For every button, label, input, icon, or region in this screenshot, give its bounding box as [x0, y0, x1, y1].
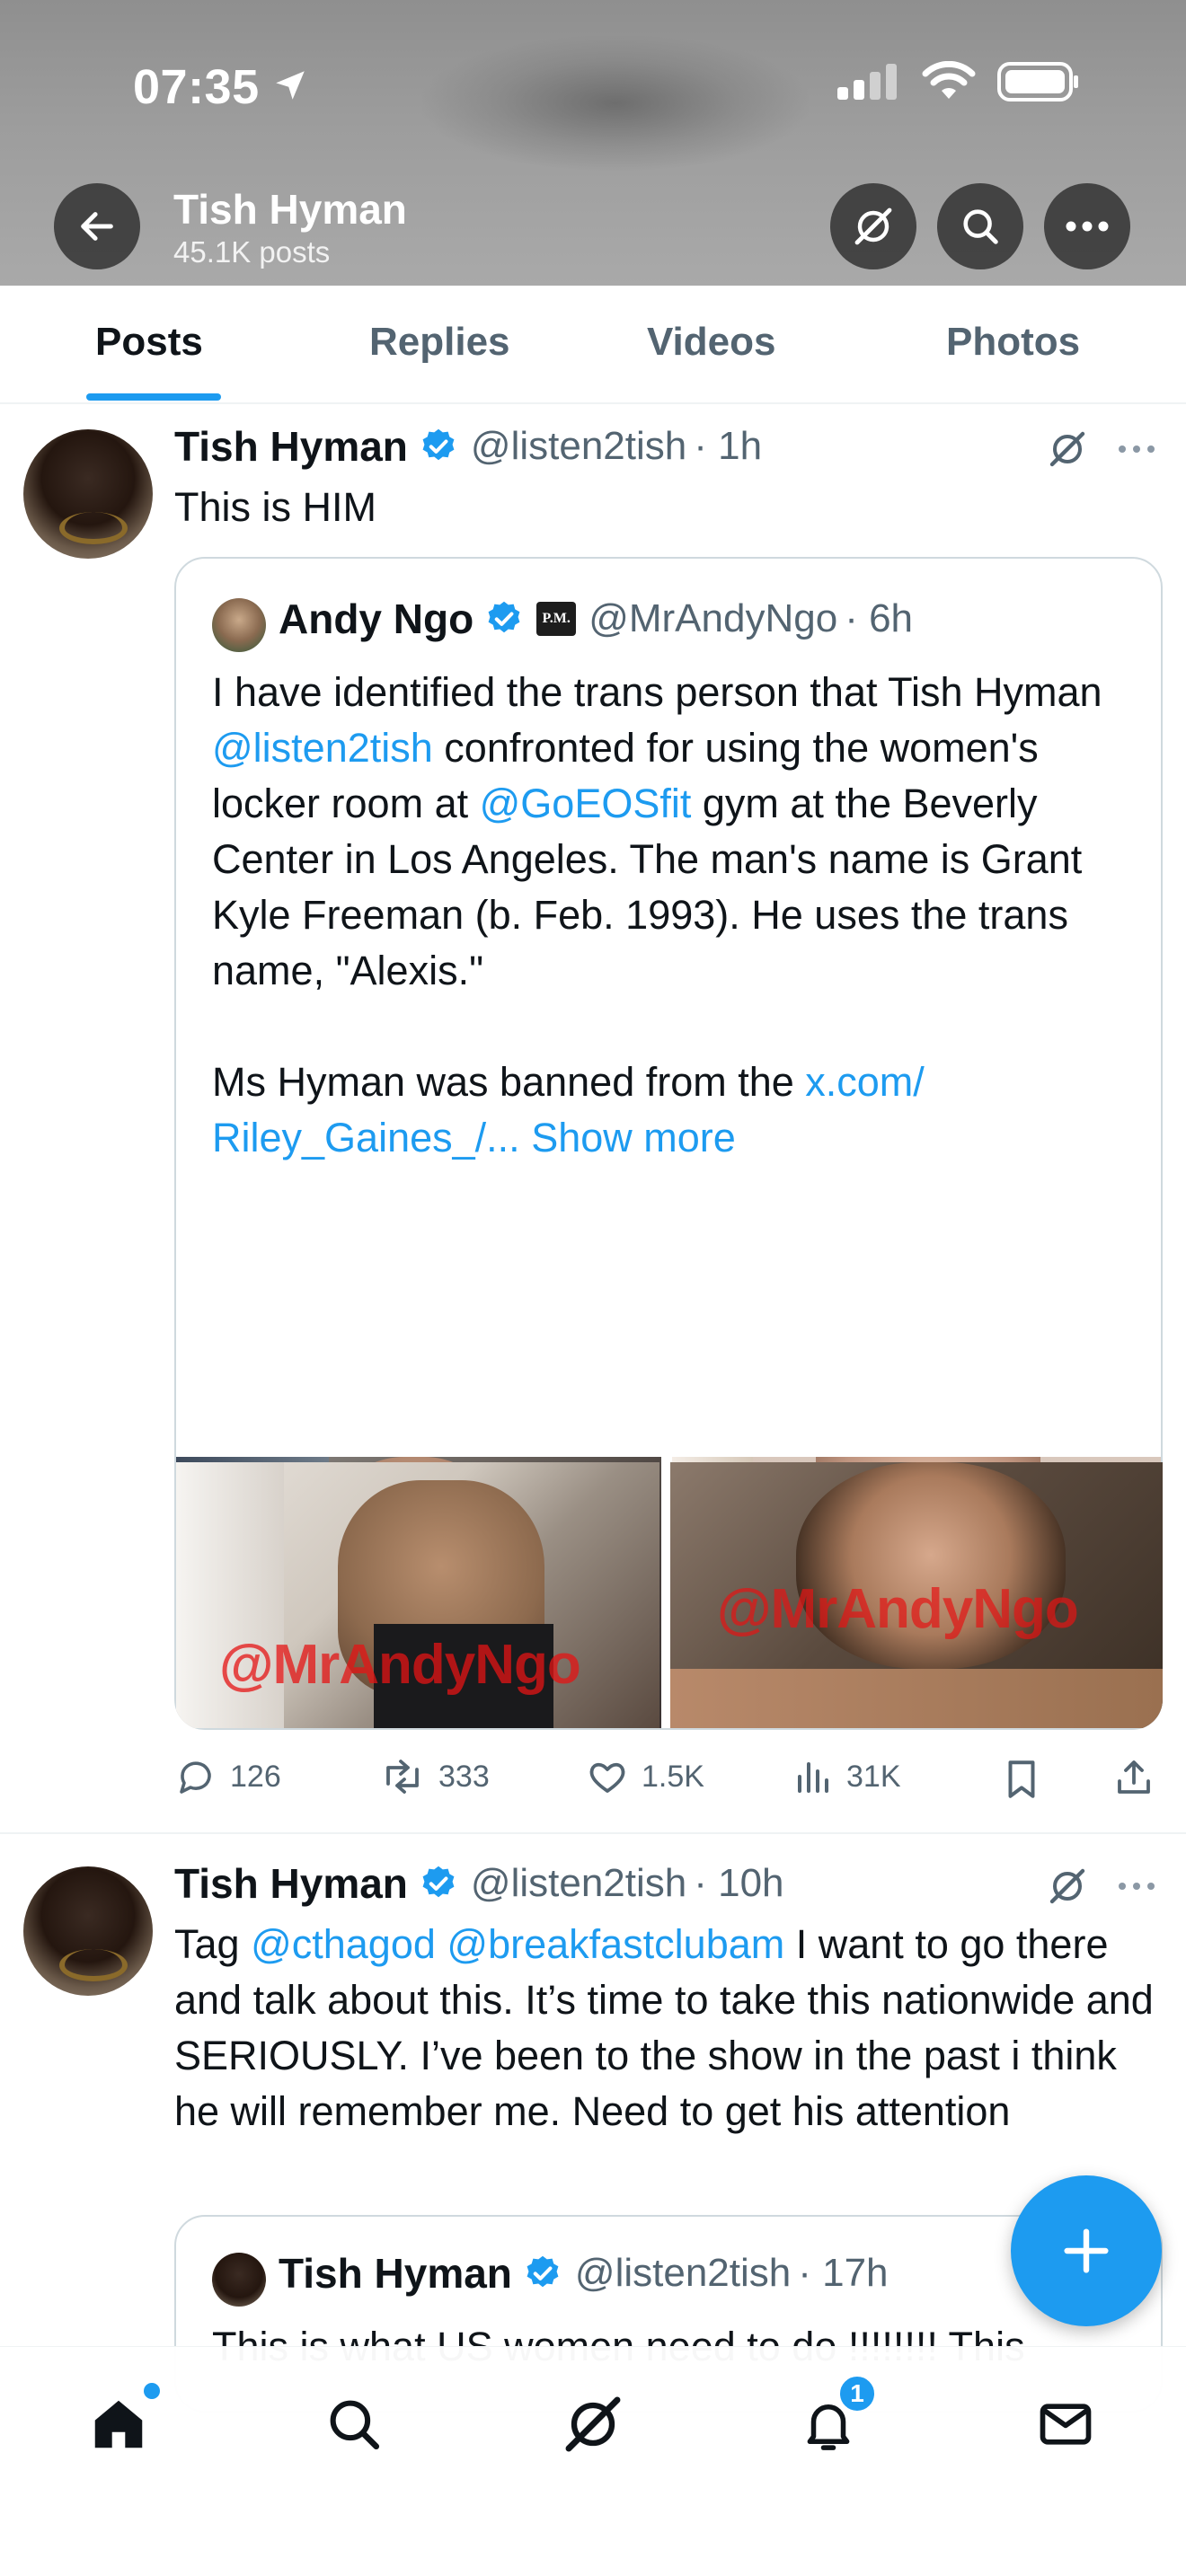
- share-icon[interactable]: [1112, 1755, 1155, 1800]
- battery-icon: [997, 62, 1078, 101]
- tab-posts[interactable]: Posts: [95, 320, 203, 365]
- grok-icon: [565, 2396, 621, 2452]
- location-arrow-icon: [276, 71, 305, 100]
- author-handle[interactable]: @listen2tish: [471, 424, 686, 469]
- home-icon: [94, 2400, 143, 2448]
- nav-notifications[interactable]: 1: [783, 2374, 877, 2469]
- post-text: This is HIM: [174, 484, 376, 530]
- quoted-post-time: · 17h: [798, 2251, 889, 2295]
- grok-icon[interactable]: [1046, 1865, 1089, 1908]
- profile-header: 07:35 Tish Hyman 45.1K posts: [0, 0, 1186, 286]
- compose-button[interactable]: [1011, 2175, 1162, 2326]
- arrow-left-icon: [81, 212, 113, 241]
- nav-search[interactable]: [309, 2379, 399, 2469]
- affiliate-badge: P.M.: [536, 602, 577, 636]
- views-button[interactable]: 31K: [794, 1755, 901, 1798]
- quoted-post-time: · 6h: [845, 596, 914, 640]
- post-more-icon[interactable]: [1118, 1881, 1155, 1892]
- author-handle[interactable]: @listen2tish: [471, 1861, 686, 1906]
- plus-icon: [1064, 2228, 1109, 2273]
- quoted-author-handle[interactable]: @listen2tish: [575, 2251, 791, 2296]
- avatar[interactable]: [23, 1866, 153, 1996]
- quoted-author-handle[interactable]: @MrAndyNgo: [589, 596, 837, 641]
- grok-icon: [854, 207, 892, 245]
- post-1[interactable]: Tish Hyman @listen2tish · 1h This is HIM…: [0, 406, 1186, 1832]
- profile-name: Tish Hyman: [173, 186, 407, 233]
- quoted-author-name[interactable]: Tish Hyman: [279, 2249, 512, 2298]
- watermark: @MrAndyNgo: [717, 1578, 1079, 1640]
- notification-badge: 1: [837, 2374, 877, 2413]
- search-icon: [330, 2400, 380, 2450]
- watermark: @MrAndyNgo: [219, 1634, 581, 1696]
- tab-replies[interactable]: Replies: [369, 320, 510, 365]
- verified-badge-icon: [484, 599, 524, 639]
- status-time: 07:35: [133, 60, 260, 114]
- search-button[interactable]: [937, 183, 1023, 269]
- post-text: Tag @cthagod @breakfastclubam I want to …: [174, 1921, 1154, 2134]
- views-count: 31K: [846, 1759, 901, 1794]
- cellular-signal-icon: [837, 64, 897, 100]
- reply-icon: [180, 1761, 211, 1794]
- reply-count: 126: [230, 1759, 281, 1794]
- post-author-row: Tish Hyman @listen2tish · 1h: [174, 422, 762, 471]
- quoted-avatar[interactable]: [212, 2253, 266, 2307]
- profile-tabs: Posts Replies Videos Photos: [0, 286, 1186, 404]
- quoted-author-name[interactable]: Andy Ngo: [279, 595, 474, 643]
- post-divider: [0, 1832, 1186, 1834]
- views-icon: [798, 1762, 828, 1793]
- quoted-author-row: Andy Ngo P.M. @MrAndyNgo · 6h: [279, 595, 913, 643]
- nav-home[interactable]: [74, 2379, 164, 2469]
- reply-button[interactable]: 126: [174, 1755, 281, 1798]
- tab-videos[interactable]: Videos: [647, 320, 775, 365]
- post-time: · 10h: [694, 1861, 784, 1905]
- post-author-row: Tish Hyman @listen2tish · 10h: [174, 1859, 784, 1908]
- bottom-navigation: 1: [0, 2346, 1186, 2576]
- back-button[interactable]: [54, 183, 140, 269]
- show-more-link[interactable]: Show more: [531, 1115, 736, 1160]
- status-indicators: [836, 61, 1080, 102]
- photo-grid-bottom: @MrAndyNgo @MrAndyNgo: [174, 1455, 1163, 1730]
- author-name[interactable]: Tish Hyman: [174, 1859, 408, 1908]
- post-actions: 126 333 1.5K 31K: [174, 1755, 1163, 1809]
- post-2[interactable]: Tish Hyman @listen2tish · 10h Tag @cthag…: [0, 1843, 1186, 2413]
- bookmark-icon[interactable]: [1001, 1757, 1042, 1802]
- repost-icon: [386, 1760, 419, 1794]
- mention-link[interactable]: @listen2tish: [212, 725, 433, 771]
- repost-button[interactable]: 333: [379, 1755, 490, 1798]
- more-button[interactable]: [1044, 183, 1130, 269]
- post-count: 45.1K posts: [173, 235, 331, 269]
- verified-badge-icon: [523, 2254, 562, 2293]
- new-posts-dot: [144, 2383, 160, 2399]
- quoted-author-row: Tish Hyman @listen2tish · 17h: [279, 2249, 889, 2298]
- post-time: · 1h: [694, 424, 763, 468]
- post-more-icon[interactable]: [1118, 444, 1155, 454]
- avatar[interactable]: [23, 429, 153, 559]
- nav-grok[interactable]: [548, 2379, 638, 2469]
- heart-icon: [589, 1762, 625, 1793]
- photo-3[interactable]: @MrAndyNgo: [176, 1462, 659, 1728]
- like-count: 1.5K: [642, 1759, 704, 1794]
- verified-badge-icon: [419, 1864, 458, 1903]
- grok-icon[interactable]: [1046, 428, 1089, 471]
- quoted-post-text: I have identified the trans person that …: [212, 669, 1102, 1160]
- verified-badge-icon: [419, 427, 458, 466]
- like-button[interactable]: 1.5K: [586, 1755, 704, 1798]
- more-icon: [1066, 221, 1109, 232]
- post-top-icons: [1046, 428, 1155, 471]
- mail-icon: [1040, 2404, 1092, 2445]
- quoted-avatar[interactable]: [212, 598, 266, 652]
- mention-link[interactable]: @breakfastclubam: [447, 1921, 784, 1967]
- repost-count: 333: [438, 1759, 490, 1794]
- tab-photos[interactable]: Photos: [946, 320, 1080, 365]
- wifi-icon: [922, 61, 976, 99]
- nav-messages[interactable]: [1021, 2379, 1111, 2469]
- mention-link[interactable]: @GoEOSfit: [480, 781, 692, 826]
- grok-button[interactable]: [830, 183, 916, 269]
- photo-4[interactable]: @MrAndyNgo: [670, 1462, 1163, 1728]
- author-name[interactable]: Tish Hyman: [174, 422, 408, 471]
- mention-link[interactable]: @cthagod: [251, 1921, 436, 1967]
- post-top-icons: [1046, 1865, 1155, 1908]
- search-icon: [963, 209, 998, 244]
- active-tab-indicator: [86, 393, 221, 401]
